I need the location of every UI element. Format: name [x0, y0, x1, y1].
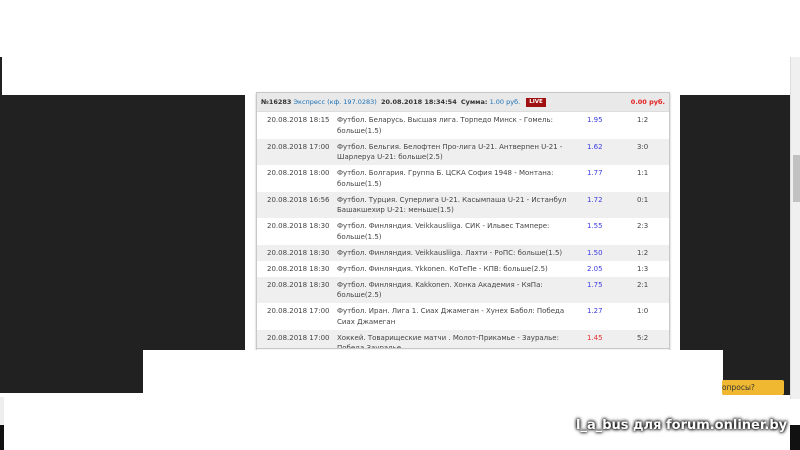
bet-payout: 0.00 руб.: [630, 98, 665, 106]
event-date: 20.08.2018 18:30: [267, 222, 330, 230]
event-coefficient: 1.62: [587, 142, 603, 151]
bet-card: №16283 Экспресс (кф. 197.0283) 20.08.201…: [256, 92, 670, 399]
event-description: Футбол. Финляндия. Ykkonen. КоТеПе - КПВ…: [337, 264, 548, 273]
bet-sum-label: Сумма:: [460, 98, 488, 106]
bet-type-link[interactable]: Экспресс (кф. 197.0283): [294, 98, 377, 106]
event-coefficient: 2.05: [587, 264, 603, 273]
table-row: 20.08.2018 18:30 Футбол. Финляндия. Veikk…: [257, 218, 669, 245]
event-coefficient: 1.75: [587, 280, 603, 289]
event-description: Футбол. Иран. Лига 1. Сиах Джамеган - Ху…: [337, 307, 565, 326]
bet-datetime: 20.08.2018 18:34:54: [381, 98, 457, 106]
event-score: 2:1: [637, 280, 649, 289]
event-description: Футбол. Турция. Суперлига U-21. Касымпаш…: [337, 195, 567, 215]
table-row: 20.08.2018 18:30 Футбол. Финляндия. Ykkon…: [257, 261, 669, 277]
event-description: Футбол. Финляндия. Kakkonen. Хонка Акаде…: [337, 280, 543, 300]
scrollbar[interactable]: [790, 57, 800, 399]
event-score: 3:0: [637, 142, 649, 151]
table-row: 20.08.2018 17:00 Футбол. Бельгия. Белофте…: [257, 138, 669, 165]
event-date: 20.08.2018 18:00: [267, 169, 330, 177]
event-date: 20.08.2018 16:56: [267, 195, 330, 204]
left-background-lower: [0, 350, 143, 393]
event-date: 20.08.2018 18:30: [267, 248, 330, 257]
table-row: 20.08.2018 18:15 Футбол. Беларусь. Высшая…: [257, 112, 669, 139]
live-badge: LIVE: [526, 97, 546, 107]
table-row: 20.08.2018 16:56 Футбол. Турция. Суперлиг…: [257, 191, 669, 218]
event-score: 1:0: [637, 307, 649, 315]
event-description: Футбол. Беларусь. Высшая лига. Торпедо М…: [337, 116, 553, 135]
event-coefficient: 1.77: [587, 169, 603, 177]
event-description: Футбол. Бельгия. Белофтен Про-лига U-21.…: [337, 142, 563, 162]
event-date: 20.08.2018 18:30: [267, 280, 330, 289]
event-score: 0:1: [637, 195, 649, 204]
help-questions-button[interactable]: опросы?: [722, 380, 784, 395]
event-score: 2:3: [637, 222, 649, 230]
left-background: [0, 95, 245, 350]
event-date: 20.08.2018 17:00: [267, 307, 330, 315]
event-score: 1:2: [637, 248, 649, 257]
table-row: 20.08.2018 17:00 Футбол. Иран. Лига 1. Си…: [257, 303, 669, 330]
event-score: 1:3: [637, 264, 649, 273]
scrollbar-thumb[interactable]: [793, 155, 800, 202]
event-coefficient: 1.27: [587, 307, 603, 315]
event-description: Футбол. Финляндия. Veikkausliiga. Лахти …: [337, 248, 563, 257]
event-date: 20.08.2018 18:15: [267, 116, 330, 124]
event-description: Футбол. Финляндия. Veikkausliiga. СИК - …: [337, 222, 550, 241]
event-score: 1:2: [637, 116, 649, 124]
event-coefficient: 1.95: [587, 116, 603, 124]
event-score: 1:1: [637, 169, 649, 177]
event-date: 20.08.2018 18:30: [267, 264, 330, 273]
event-description: Футбол. Болгария. Группа Б. ЦСКА София 1…: [337, 169, 554, 188]
left-dark-line: [0, 57, 2, 95]
table-row: 20.08.2018 18:30 Футбол. Финляндия. Veikk…: [257, 244, 669, 261]
bottom-overlay: [143, 350, 723, 450]
table-row: 20.08.2018 18:00 Футбол. Болгария. Группа…: [257, 165, 669, 192]
watermark: l_a_bus для forum.onliner.by: [576, 418, 788, 433]
event-coefficient: 1.50: [587, 248, 603, 257]
bet-id: №16283: [261, 98, 292, 106]
table-row: 20.08.2018 18:30 Футбол. Финляндия. Kakko…: [257, 276, 669, 303]
bet-header: №16283 Экспресс (кф. 197.0283) 20.08.201…: [257, 93, 669, 112]
right-bottom-strip: [790, 425, 800, 450]
event-coefficient: 1.72: [587, 195, 603, 204]
event-date: 20.08.2018 17:00: [267, 142, 330, 151]
bet-sum-value: 1.00 руб.: [489, 98, 521, 106]
bottom-left-white: [4, 393, 143, 450]
event-coefficient: 1.55: [587, 222, 603, 230]
